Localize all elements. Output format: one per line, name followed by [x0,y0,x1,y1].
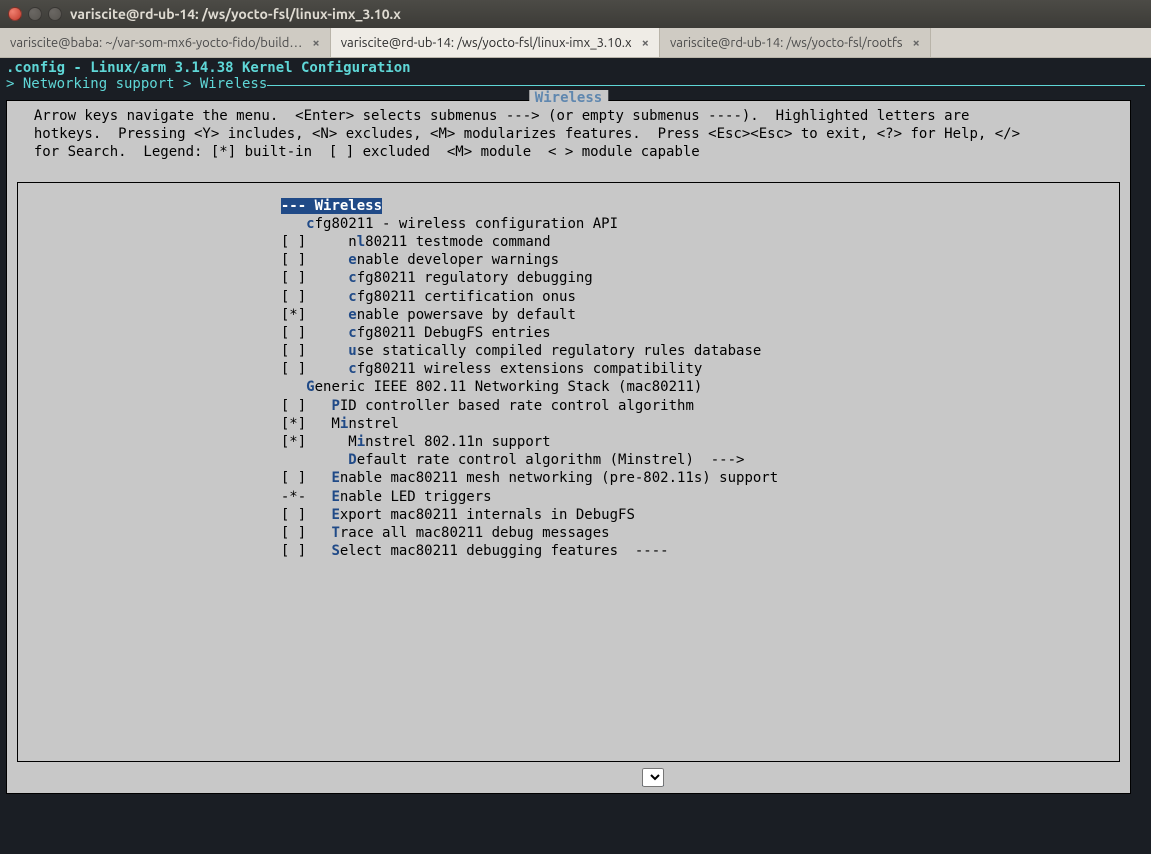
menu-item[interactable]: [*] Minstrel [28,415,1109,433]
menu-item[interactable]: [*] Minstrel 802.11n support [28,433,1109,451]
window-title: variscite@rd-ub-14: /ws/yocto-fsl/linux-… [70,6,401,22]
menu-item[interactable]: -*- Enable LED triggers [28,488,1109,506]
close-icon[interactable] [8,7,22,21]
window-buttons [8,7,62,21]
terminal-tab[interactable]: variscite@rd-ub-14: /ws/yocto-fsl/rootfs… [660,28,931,57]
maximize-icon[interactable] [48,7,62,21]
menu-item[interactable]: [ ] cfg80211 certification onus [28,288,1109,306]
menu-header[interactable]: --- Wireless [28,197,1109,215]
terminal-tab[interactable]: variscite@baba: ~/var-som-mx6-yocto-fido… [0,28,331,57]
menu-item[interactable]: [ ] cfg80211 wireless extensions compati… [28,360,1109,378]
menu-item[interactable]: [ ] use statically compiled regulatory r… [28,342,1109,360]
tab-label: variscite@baba: ~/var-som-mx6-yocto-fido… [10,36,302,50]
breadcrumb: > Networking support > Wireless [6,76,267,92]
menu-item[interactable]: [ ] Export mac80211 internals in DebugFS [28,506,1109,524]
window-titlebar: variscite@rd-ub-14: /ws/yocto-fsl/linux-… [0,0,1151,28]
terminal-tab[interactable]: variscite@rd-ub-14: /ws/yocto-fsl/linux-… [331,28,660,57]
menu-item[interactable]: [ ] nl80211 testmode command [28,233,1109,251]
help-text: Arrow keys navigate the menu. <Enter> se… [17,107,1120,162]
menu-item[interactable]: cfg80211 - wireless configuration API [28,215,1109,233]
minimize-icon[interactable] [28,7,42,21]
menu-item[interactable]: Default rate control algorithm (Minstrel… [28,451,1109,469]
dialog-title: Wireless [529,90,608,106]
button-bar: < Exit > < Help > < Save > < Load > [17,762,1120,791]
dialog-button[interactable]: < Exit > < Help > < Save > < Load > [642,770,664,786]
menu-item[interactable]: [ ] Select mac80211 debugging features -… [28,542,1109,560]
menu-item[interactable]: [ ] cfg80211 regulatory debugging [28,269,1109,287]
menu-item[interactable]: [*] enable powersave by default [28,306,1109,324]
menu-items-box: --- Wireless cfg80211 - wireless configu… [17,182,1120,762]
terminal-tabbar: variscite@baba: ~/var-som-mx6-yocto-fido… [0,28,1151,58]
terminal-content[interactable]: .config - Linux/arm 3.14.38 Kernel Confi… [0,58,1151,854]
menu-item[interactable]: [ ] Enable mac80211 mesh networking (pre… [28,469,1109,487]
config-header: .config - Linux/arm 3.14.38 Kernel Confi… [6,60,1145,76]
menu-item[interactable]: [ ] cfg80211 DebugFS entries [28,324,1109,342]
close-tab-icon[interactable]: × [913,36,920,50]
tab-label: variscite@rd-ub-14: /ws/yocto-fsl/linux-… [341,36,632,50]
menu-item[interactable]: [ ] enable developer warnings [28,251,1109,269]
menu-item[interactable]: Generic IEEE 802.11 Networking Stack (ma… [28,378,1109,396]
close-tab-icon[interactable]: × [642,36,649,50]
menuconfig-dialog: Wireless Arrow keys navigate the menu. <… [6,100,1131,794]
menu-item[interactable]: [ ] Trace all mac80211 debug messages [28,524,1109,542]
tab-label: variscite@rd-ub-14: /ws/yocto-fsl/rootfs [670,36,903,50]
close-tab-icon[interactable]: × [312,36,319,50]
menu-item[interactable]: [ ] PID controller based rate control al… [28,397,1109,415]
